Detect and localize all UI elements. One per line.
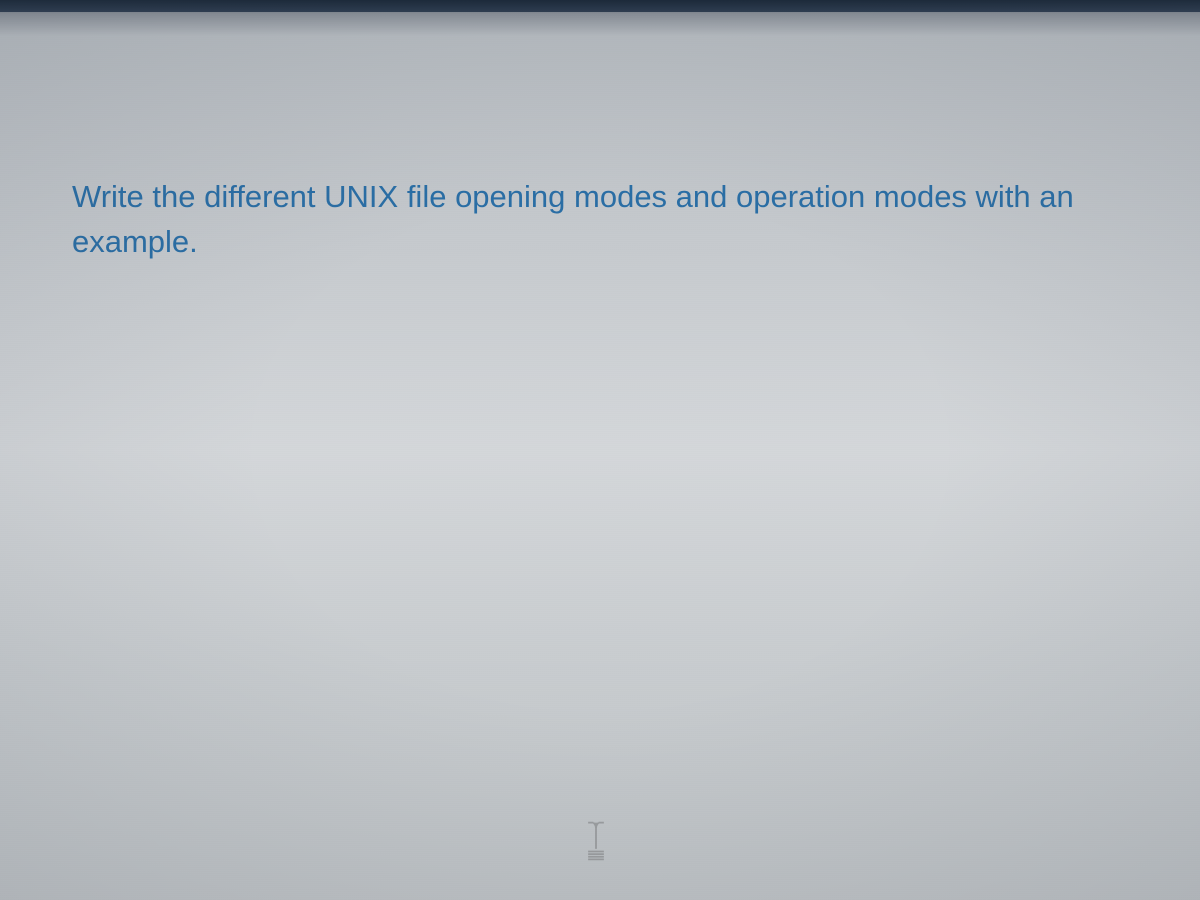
document-content: Write the different UNIX file opening mo… bbox=[0, 0, 1200, 265]
text-cursor-icon bbox=[580, 820, 612, 867]
question-text: Write the different UNIX file opening mo… bbox=[72, 175, 1128, 265]
